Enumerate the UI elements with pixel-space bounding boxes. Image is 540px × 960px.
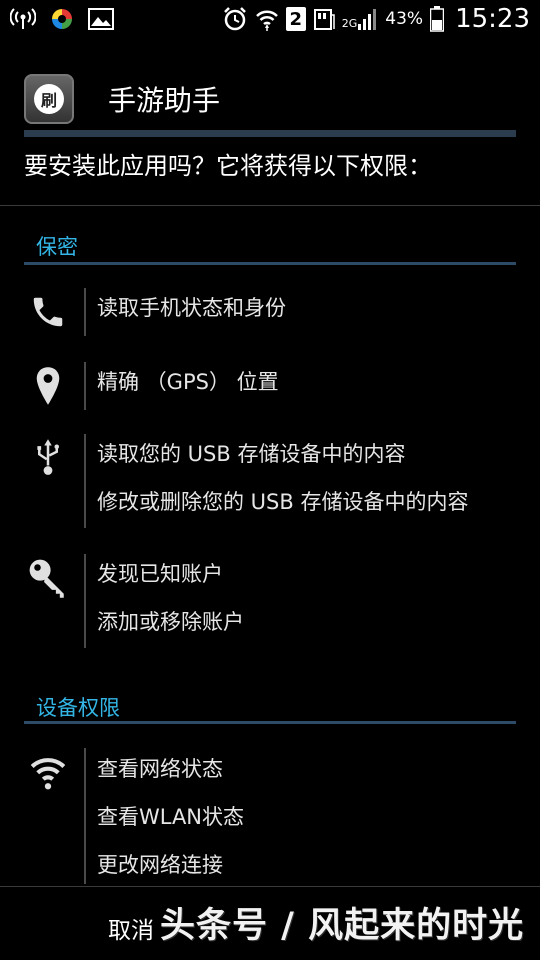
permission-group-usb: 读取您的 USB 存储设备中的内容 修改或删除您的 USB 存储设备中的内容: [0, 432, 540, 530]
status-bar: 2 2G 43% 15:23: [0, 0, 540, 38]
watermark-overlay: 头条号 / 风起来的时光: [160, 906, 525, 946]
status-bar-right: 2 2G 43% 15:23: [222, 4, 530, 34]
permission-item[interactable]: 读取您的 USB 存储设备中的内容: [97, 438, 405, 468]
group-divider: [84, 434, 86, 528]
install-question: 要安装此应用吗？它将获得以下权限：: [24, 152, 432, 180]
permission-group-network: 查看网络状态 查看WLAN状态 更改网络连接: [0, 746, 540, 886]
data-icon: [313, 7, 335, 31]
permission-item[interactable]: 修改或删除您的 USB 存储设备中的内容: [97, 486, 468, 516]
wifi-icon: [255, 7, 279, 31]
wifi-icon: [24, 748, 72, 796]
app-title: 手游助手: [108, 84, 221, 117]
signal-icon: 2G: [342, 8, 379, 30]
cancel-button[interactable]: 取消: [108, 911, 154, 945]
hotspot-icon: [10, 7, 36, 31]
alarm-icon: [222, 6, 248, 32]
gallery-icon: [88, 8, 114, 30]
battery-percent: 43%: [385, 9, 424, 29]
app-icon: 刷: [24, 74, 74, 124]
permission-item[interactable]: 查看WLAN状态: [97, 801, 244, 831]
battery-icon: [430, 6, 445, 32]
permission-item[interactable]: 精确 （GPS） 位置: [97, 366, 279, 396]
permission-item[interactable]: 更改网络连接: [97, 849, 223, 879]
usb-icon: [24, 434, 72, 482]
section-divider-device: [24, 721, 516, 724]
question-divider: [0, 205, 540, 206]
location-pin-icon: [24, 362, 72, 410]
key-icon: [24, 554, 72, 602]
permission-item[interactable]: 查看网络状态: [97, 753, 223, 783]
group-divider: [84, 748, 86, 884]
permission-group-location: 精确 （GPS） 位置: [0, 360, 540, 412]
permission-group-accounts: 发现已知账户 添加或移除账户: [0, 552, 540, 650]
bottom-action-bar: 取消 头条号 / 风起来的时光: [0, 887, 540, 960]
status-time: 15:23: [455, 4, 530, 34]
group-divider: [84, 288, 86, 336]
header-divider-bar: [24, 130, 516, 137]
app-icon-glyph: 刷: [34, 84, 64, 114]
section-divider-privacy: [24, 262, 516, 265]
permission-item[interactable]: 添加或移除账户: [97, 606, 244, 636]
app-notification-icon: [50, 7, 74, 31]
section-title-device: 设备权限: [36, 696, 120, 720]
group-divider: [84, 554, 86, 648]
status-bar-left: [10, 7, 114, 31]
permission-item[interactable]: 读取手机状态和身份: [97, 292, 286, 322]
permission-group-phone: 读取手机状态和身份: [0, 286, 540, 338]
sim2-icon: 2: [285, 7, 306, 31]
phone-icon: [24, 288, 72, 336]
group-divider: [84, 362, 86, 410]
app-header: 刷 手游助手: [24, 68, 516, 130]
permission-item[interactable]: 发现已知账户: [97, 558, 223, 588]
network-type: 2G: [341, 17, 358, 30]
section-title-privacy: 保密: [36, 235, 78, 259]
